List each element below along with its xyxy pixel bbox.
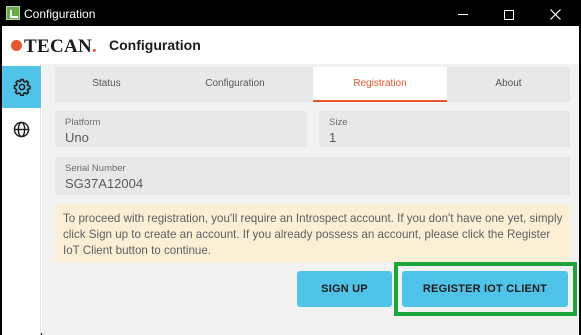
serial-number-field: Serial Number SG37A12004 — [55, 157, 570, 195]
tab-registration[interactable]: Registration — [313, 67, 447, 102]
maximize-button[interactable] — [486, 2, 532, 26]
register-iot-client-button[interactable]: REGISTER IOT CLIENT — [402, 271, 568, 307]
size-label: Size — [329, 117, 348, 128]
app-header: TECAN. Configuration — [2, 26, 579, 64]
size-field: Size 1 — [319, 111, 570, 147]
registration-notice: To proceed with registration, you'll req… — [55, 204, 570, 262]
minimize-icon — [458, 14, 468, 16]
serial-number-label: Serial Number — [65, 163, 126, 174]
platform-value: Uno — [65, 130, 89, 145]
platform-label: Platform — [65, 117, 101, 128]
tab-status[interactable]: Status — [55, 67, 158, 102]
serial-number-value: SG37A12004 — [65, 176, 144, 191]
close-icon — [549, 9, 561, 20]
minimize-button[interactable] — [440, 2, 486, 26]
title-bar: Configuration — [2, 2, 579, 26]
window-title: Configuration — [24, 7, 96, 21]
sidebar-item-network[interactable] — [2, 108, 41, 150]
app-icon — [6, 6, 20, 20]
maximize-icon — [504, 9, 514, 20]
gear-icon — [13, 78, 31, 96]
logo-text: TECAN. — [24, 36, 98, 57]
logo-dot — [11, 40, 22, 51]
globe-icon — [13, 121, 30, 137]
sidebar — [2, 64, 41, 335]
size-value: 1 — [329, 130, 337, 145]
app-window: Configuration TECAN. Configuration Statu… — [0, 0, 581, 335]
tab-configuration[interactable]: Configuration — [158, 67, 312, 102]
page-title: Configuration — [109, 37, 201, 53]
sidebar-item-settings[interactable] — [2, 66, 41, 108]
main-panel: Status Configuration Registration About … — [42, 64, 579, 335]
tab-bar: Status Configuration Registration About — [55, 67, 570, 102]
platform-field: Platform Uno — [55, 111, 307, 147]
sign-up-button[interactable]: SIGN UP — [297, 271, 392, 307]
close-button[interactable] — [532, 2, 578, 26]
tab-about[interactable]: About — [447, 67, 570, 102]
